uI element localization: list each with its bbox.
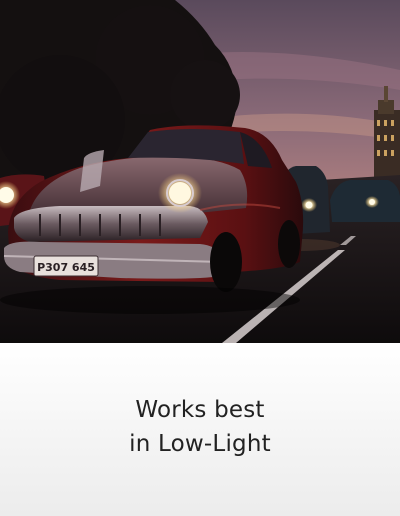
caption-line-2: in Low-Light [129,430,271,457]
caption-line-1: Works best [135,396,265,423]
license-plate-text: P307 645 [37,261,95,274]
hero-photo-illustration: P307 645 [0,0,400,343]
feature-card: P307 645 Works best in Low-Light [0,0,400,516]
hero-photo-vintage-car-at-dusk: P307 645 [0,0,400,343]
caption-panel: Works best in Low-Light [0,343,400,516]
